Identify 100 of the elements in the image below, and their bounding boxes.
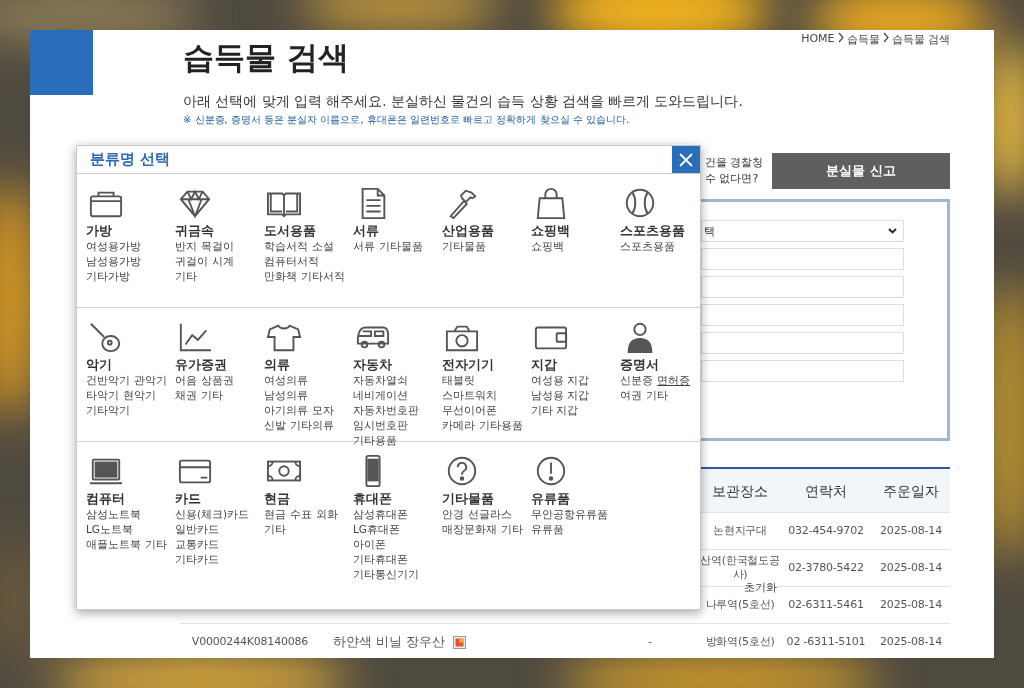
category-link[interactable]: 교통카드 xyxy=(175,538,219,550)
category-link[interactable]: 기타 xyxy=(201,389,223,401)
category-link[interactable]: 외화 xyxy=(316,508,338,520)
breadcrumb-link[interactable]: HOME xyxy=(801,32,835,47)
category-link[interactable]: 네비게이션 xyxy=(353,389,408,401)
input-field[interactable] xyxy=(701,248,904,270)
category-link[interactable]: 소설 xyxy=(312,240,334,252)
category-link[interactable]: 기타통신기기 xyxy=(353,568,419,580)
category-link[interactable]: 여권 xyxy=(620,389,642,401)
category-link[interactable]: 목걸이 xyxy=(201,240,234,252)
image-icon[interactable] xyxy=(452,635,466,649)
category-name[interactable]: 도서용품 xyxy=(264,223,316,238)
category-link[interactable]: 남성의류 xyxy=(264,389,308,401)
category-link[interactable]: 여성용 지갑 xyxy=(531,374,590,386)
breadcrumb-link[interactable]: 습득물 xyxy=(846,32,880,47)
category-link[interactable]: 귀걸이 xyxy=(175,255,208,267)
category-link[interactable]: 기타서적 xyxy=(301,270,345,282)
category-link[interactable]: 기타용품 xyxy=(479,419,523,431)
category-link[interactable]: 채권 xyxy=(175,389,197,401)
category-name[interactable]: 가방 xyxy=(86,223,112,238)
category-name[interactable]: 자동차 xyxy=(353,357,392,372)
category-link[interactable]: 모자 xyxy=(312,404,334,416)
category-link[interactable]: 기타휴대폰 xyxy=(353,553,408,565)
category-link[interactable]: 현악기 xyxy=(123,389,156,401)
input-field[interactable] xyxy=(701,332,904,354)
category-link[interactable]: 서류 xyxy=(353,240,375,252)
category-link[interactable]: LG휴대폰 xyxy=(353,523,400,535)
category-name[interactable]: 전자기기 xyxy=(442,357,494,372)
category-name[interactable]: 스포츠용품 xyxy=(620,223,685,238)
category-link[interactable]: 아기의류 xyxy=(264,404,308,416)
category-name[interactable]: 카드 xyxy=(175,491,201,506)
category-link[interactable]: 애플노트북 xyxy=(86,538,141,550)
category-link[interactable]: 스포츠용품 xyxy=(620,240,675,252)
category-name[interactable]: 악기 xyxy=(86,357,112,372)
category-name[interactable]: 의류 xyxy=(264,357,290,372)
category-link[interactable]: 기타 xyxy=(175,270,197,282)
category-link[interactable]: 기타물품 xyxy=(442,240,486,252)
breadcrumb-link[interactable]: 습득물 검색 xyxy=(891,32,950,47)
category-link[interactable]: 신분증 xyxy=(620,374,653,386)
category-link[interactable]: 선글라스 xyxy=(468,508,512,520)
category-select[interactable]: 택 xyxy=(701,220,904,242)
category-link[interactable]: 아이폰 xyxy=(353,538,386,550)
category-link[interactable]: 기타 xyxy=(646,389,668,401)
category-name[interactable]: 기타물품 xyxy=(442,491,494,506)
category-name[interactable]: 쇼핑백 xyxy=(531,223,570,238)
category-link[interactable]: 수표 xyxy=(290,508,312,520)
category-link[interactable]: 남성용가방 xyxy=(86,255,141,267)
category-link[interactable]: 시계 xyxy=(212,255,234,267)
category-link[interactable]: 신발 xyxy=(264,419,286,431)
category-link[interactable]: 상품권 xyxy=(201,374,234,386)
category-link[interactable]: 만화책 xyxy=(264,270,297,282)
category-link[interactable]: 기타가방 xyxy=(86,270,130,282)
category-link[interactable]: 학습서적 xyxy=(264,240,308,252)
category-link[interactable]: 일반카드 xyxy=(175,523,219,535)
category-name[interactable]: 현금 xyxy=(264,491,290,506)
category-link[interactable]: 태블릿 xyxy=(442,374,475,386)
category-link[interactable]: 임시번호판 xyxy=(353,419,408,431)
category-link[interactable]: 스마트워치 xyxy=(442,389,497,401)
category-link[interactable]: 무선이어폰 xyxy=(442,404,497,416)
category-link[interactable]: 삼성노트북 xyxy=(86,508,141,520)
category-link[interactable]: 기타악기 xyxy=(86,404,130,416)
category-link[interactable]: 기타 xyxy=(264,523,286,535)
category-link[interactable]: 여성용가방 xyxy=(86,240,141,252)
category-link[interactable]: 카메라 xyxy=(442,419,475,431)
category-link[interactable]: 면허증 xyxy=(657,374,690,386)
close-button[interactable] xyxy=(672,146,700,173)
category-link[interactable]: 어음 xyxy=(175,374,197,386)
category-link[interactable]: 건반악기 xyxy=(86,374,130,386)
category-link[interactable]: 자동차열쇠 xyxy=(353,374,408,386)
category-name[interactable]: 증명서 xyxy=(620,357,659,372)
category-link[interactable]: 자동차번호판 xyxy=(353,404,419,416)
category-link[interactable]: 타악기 xyxy=(86,389,119,401)
category-name[interactable]: 유가증권 xyxy=(175,357,227,372)
category-link[interactable]: 유류품 xyxy=(531,523,564,535)
category-link[interactable]: 매장문화재 xyxy=(442,523,497,535)
category-link[interactable]: 컴퓨터서적 xyxy=(264,255,319,267)
category-link[interactable]: 기타물품 xyxy=(379,240,423,252)
category-name[interactable]: 산업용품 xyxy=(442,223,494,238)
category-link[interactable]: 기타의류 xyxy=(290,419,334,431)
category-link[interactable]: LG노트북 xyxy=(86,523,133,535)
category-link[interactable]: 관악기 xyxy=(134,374,167,386)
category-name[interactable]: 휴대폰 xyxy=(353,491,392,506)
category-link[interactable]: 반지 xyxy=(175,240,197,252)
category-name[interactable]: 지갑 xyxy=(531,357,557,372)
category-link[interactable]: 남성용 지갑 xyxy=(531,389,590,401)
category-name[interactable]: 서류 xyxy=(353,223,379,238)
category-link[interactable]: 기타 xyxy=(145,538,167,550)
category-link[interactable]: 기타 xyxy=(501,523,523,535)
category-name[interactable]: 유류품 xyxy=(531,491,570,506)
category-link[interactable]: 기타용품 xyxy=(353,434,397,446)
input-field[interactable] xyxy=(701,276,904,298)
category-name[interactable]: 귀금속 xyxy=(175,223,214,238)
category-link[interactable]: 기타 지갑 xyxy=(531,404,579,416)
input-field[interactable] xyxy=(701,304,904,326)
category-link[interactable]: 쇼핑백 xyxy=(531,240,564,252)
category-link[interactable]: 무안공항유류품 xyxy=(531,508,608,520)
category-link[interactable]: 현금 xyxy=(264,508,286,520)
input-field[interactable] xyxy=(701,360,904,382)
category-name[interactable]: 컴퓨터 xyxy=(86,491,125,506)
category-link[interactable]: 삼성휴대폰 xyxy=(353,508,408,520)
